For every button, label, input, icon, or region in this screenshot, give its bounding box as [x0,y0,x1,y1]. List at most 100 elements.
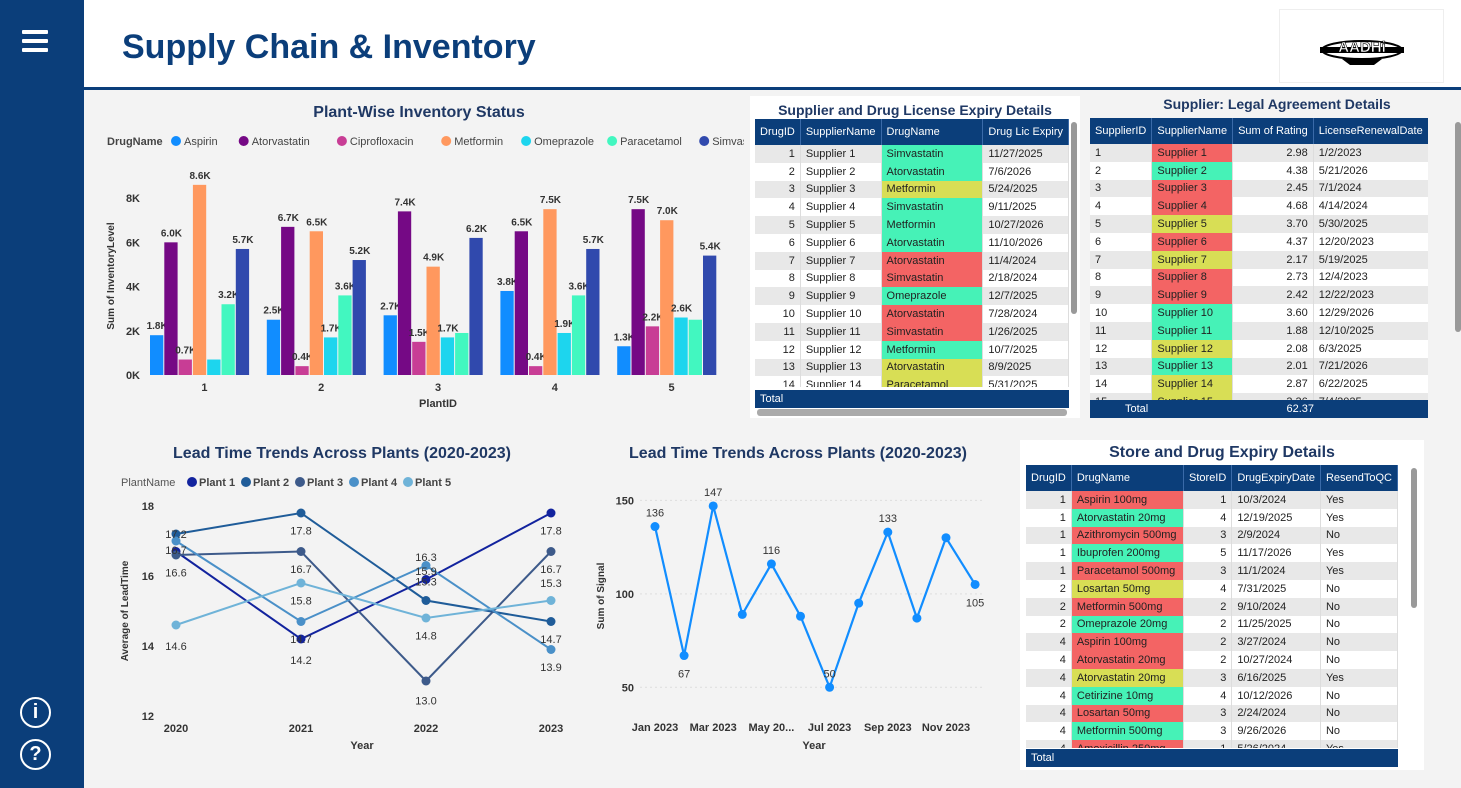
table-cell: 3 [1183,704,1233,723]
table-cell: 3/27/2024 [1231,633,1321,652]
table-row[interactable]: 6 Supplier 6 4.37 12/20/2023 [1090,232,1428,251]
bar [469,237,483,375]
table-row[interactable]: 9 Supplier 9 Omeprazole 12/7/2025 [755,287,1069,306]
table-row[interactable]: 15Supplier 153.367/4/2025 [1090,393,1428,400]
table-row[interactable]: 2 Supplier 2 Atorvastatin 7/6/2026 [755,162,1069,181]
legend-label: Plant 4 [361,477,398,489]
table-row[interactable]: 5 Supplier 5 3.70 5/30/2025 [1090,215,1428,233]
column-header[interactable]: Drug Lic Expiry [982,119,1069,145]
table-row[interactable]: 8 Supplier 8 Simvastatin 2/18/2024 [755,269,1069,288]
table-row[interactable]: 14 Supplier 14 2.87 6/22/2025 [1090,375,1428,394]
column-header[interactable]: DrugID [755,119,801,145]
column-header[interactable]: Sum of Rating [1232,118,1314,144]
column-header[interactable]: ResendToQC [1320,465,1398,491]
legend-label: Plant 3 [307,477,343,489]
table-row[interactable]: 4 Aspirin 100mg 2 3/27/2024 No [1026,633,1398,652]
table-row[interactable]: 1 Ibuprofen 200mg 5 11/17/2026 Yes [1026,544,1398,563]
x-axis-label: PlantID [419,398,457,410]
store-table-vscrollbar[interactable] [1411,468,1417,608]
x-tick-label: Sep 2023 [864,722,912,734]
point-data-label: 16.7 [290,564,311,576]
table-row[interactable]: 12 Supplier 12 2.08 6/3/2025 [1090,339,1428,358]
table-row[interactable]: 4 Losartan 50mg 3 2/24/2024 No [1026,704,1398,723]
hamburger-menu-icon[interactable] [22,30,48,56]
table-row[interactable]: 1 Supplier 1 Simvastatin 11/27/2025 [755,145,1069,163]
table-cell: 4 [1026,633,1072,652]
table-row[interactable]: 2 Metformin 500mg 2 9/10/2024 No [1026,597,1398,616]
license-table-viewport: DrugID SupplierName DrugName Drug Lic Expir… [755,119,1069,387]
table-row[interactable]: 4 Supplier 4 4.68 4/14/2024 [1090,197,1428,216]
table-row[interactable]: 11 Supplier 11 Simvastatin 1/26/2025 [755,322,1069,341]
table-row[interactable]: 10 Supplier 10 3.60 12/29/2026 [1090,304,1428,322]
license-table-hscrollbar[interactable] [757,409,1067,416]
inventory-bar-chart: Plant-Wise Inventory Status DrugName Aspir… [106,104,769,410]
x-tick-label: 2021 [289,723,313,735]
table-row[interactable]: 7 Supplier 7 Atorvastatin 11/4/2024 [755,251,1069,270]
column-header[interactable]: SupplierName [800,119,882,145]
table-row[interactable]: 9 Supplier 9 2.42 12/22/2023 [1090,286,1428,305]
table-row[interactable]: 4Amoxicillin 250mg15/26/2024Yes [1026,740,1398,748]
column-header[interactable]: LicenseRenewalDate [1313,118,1428,144]
table-row[interactable]: 11 Supplier 11 1.88 12/10/2025 [1090,321,1428,340]
y-axis-label: Sum of Signal [596,562,607,629]
table-row[interactable]: 12 Supplier 12 Metformin 10/7/2025 [755,340,1069,359]
column-header[interactable]: DrugExpiryDate [1231,465,1321,491]
column-header[interactable]: DrugID [1026,465,1072,491]
column-header[interactable]: SupplierID [1090,118,1153,144]
table-row[interactable]: 6 Supplier 6 Atorvastatin 11/10/2026 [755,233,1069,252]
table-row[interactable]: 13 Supplier 13 2.01 7/21/2026 [1090,357,1428,376]
column-header[interactable]: DrugName [1071,465,1185,491]
table-row[interactable]: 4 Cetirizine 10mg 4 10/12/2026 No [1026,686,1398,705]
table-cell: 5/21/2026 [1313,161,1428,180]
data-point [546,508,556,518]
table-row[interactable]: 2 Supplier 2 4.38 5/21/2026 [1090,161,1428,180]
legal-table-vscrollbar[interactable] [1455,122,1461,332]
table-row[interactable]: 7 Supplier 7 2.17 5/19/2025 [1090,250,1428,269]
column-header[interactable]: SupplierName [1151,118,1234,144]
table-cell: 6/3/2025 [1313,339,1428,358]
info-icon[interactable]: i [20,697,51,728]
table-row[interactable]: 1 Azithromycin 500mg 3 2/9/2024 No [1026,526,1398,545]
column-header[interactable]: StoreID [1183,465,1233,491]
bar [221,304,235,375]
table-row[interactable]: 5 Supplier 5 Metformin 10/27/2026 [755,216,1069,234]
data-point [421,613,431,623]
table-row[interactable]: 2 Losartan 50mg 4 7/31/2025 No [1026,579,1398,598]
table-cell: 10 [1090,304,1153,322]
table-row[interactable]: 8 Supplier 8 2.73 12/4/2023 [1090,268,1428,287]
table-row[interactable]: 1 Supplier 1 2.98 1/2/2023 [1090,144,1428,162]
table-cell: 8 [755,269,801,288]
table-row[interactable]: 4 Metformin 500mg 3 9/26/2026 No [1026,722,1398,741]
table-row[interactable]: 4 Atorvastatin 20mg 2 10/27/2024 No [1026,651,1398,669]
table-cell: Supplier 7 [1151,250,1234,269]
bar [586,248,600,375]
table-cell: Atorvastatin [881,251,984,270]
legend-label: Paracetamol [620,136,682,148]
table-row[interactable]: 13 Supplier 13 Atorvastatin 8/9/2025 [755,358,1069,377]
table-row[interactable]: 1 Paracetamol 500mg 3 11/1/2024 Yes [1026,562,1398,580]
table-cell: 14 [755,376,801,387]
table-cell: 7/21/2026 [1313,357,1428,376]
table-row[interactable]: 3 Supplier 3 2.45 7/1/2024 [1090,179,1428,198]
table-row[interactable]: 4 Supplier 4 Simvastatin 9/11/2025 [755,198,1069,217]
bar [529,366,543,375]
table-row[interactable]: 4 Atorvastatin 20mg 3 6/16/2025 Yes [1026,668,1398,687]
table-cell: Metformin 500mg [1071,597,1185,616]
help-icon[interactable]: ? [20,739,51,770]
total-label: Total [1031,752,1055,764]
license-table-vscrollbar[interactable] [1071,122,1077,314]
table-row[interactable]: 14 Supplier 14 Paracetamol 5/31/2025 [755,376,1069,387]
data-point [737,609,747,619]
bar [352,260,366,375]
x-tick-label: Jan 2023 [632,722,678,734]
table-row[interactable]: 3 Supplier 3 Metformin 5/24/2025 [755,180,1069,199]
table-row[interactable]: 10 Supplier 10 Atorvastatin 7/28/2024 [755,305,1069,323]
table-row[interactable]: 1 Atorvastatin 20mg 4 12/19/2025 Yes [1026,508,1398,527]
table-row[interactable]: 2 Omeprazole 20mg 2 11/25/2025 No [1026,615,1398,634]
legend-label: Plant 5 [415,477,451,489]
table-cell: Atorvastatin 20mg [1071,651,1185,669]
bar [571,295,586,375]
column-header[interactable]: DrugName [881,119,984,145]
table-row[interactable]: 1 Aspirin 100mg 1 10/3/2024 Yes [1026,491,1398,509]
company-logo: AADHi [1279,9,1444,83]
